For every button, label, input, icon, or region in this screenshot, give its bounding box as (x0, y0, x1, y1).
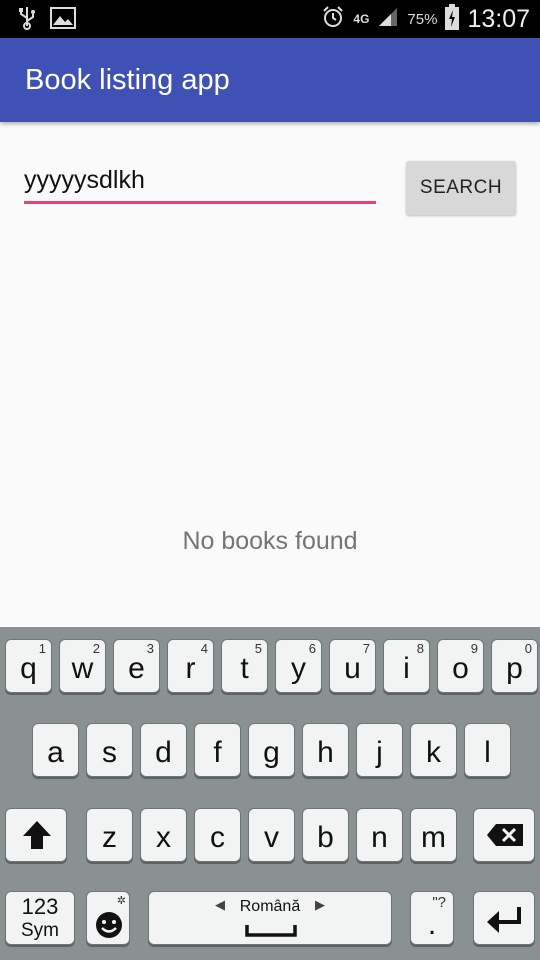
key-u[interactable]: u7 (329, 639, 376, 693)
key-char: x (156, 821, 171, 854)
key-char: h (317, 736, 334, 769)
key-l[interactable]: l (464, 723, 511, 777)
key-x[interactable]: x (140, 808, 187, 862)
image-icon (50, 7, 76, 34)
key-char: c (210, 821, 225, 854)
backspace-icon (486, 823, 524, 852)
emoji-key[interactable]: ✲ (86, 891, 130, 945)
backspace-key[interactable] (473, 808, 535, 862)
key-char: a (47, 736, 64, 769)
key-hint-number: 7 (362, 641, 370, 656)
key-char: t (240, 652, 249, 685)
enter-key[interactable] (473, 891, 535, 945)
key-char: r (185, 652, 196, 685)
key-char: k (426, 736, 441, 769)
key-w[interactable]: w2 (59, 639, 106, 693)
usb-icon (18, 6, 36, 35)
key-char: l (484, 736, 491, 769)
key-char: d (155, 736, 172, 769)
enter-icon (485, 905, 525, 938)
emoji-icon (94, 910, 124, 945)
key-q[interactable]: q1 (5, 639, 52, 693)
key-char: u (344, 652, 361, 685)
key-char: y (291, 652, 306, 685)
shift-key[interactable] (5, 808, 67, 862)
key-i[interactable]: i8 (383, 639, 430, 693)
key-char: e (128, 652, 145, 685)
battery-percent: 75% (407, 10, 438, 28)
symbols-key[interactable]: 123 Sym (5, 891, 75, 945)
key-char: w (71, 652, 94, 685)
key-p[interactable]: p0 (491, 639, 538, 693)
key-hint-number: 2 (92, 641, 100, 656)
key-char: n (371, 821, 388, 854)
key-char: g (263, 736, 280, 769)
key-hint-number: 1 (38, 641, 46, 656)
key-hint-number: 0 (524, 641, 532, 656)
key-char: s (102, 736, 117, 769)
key-char: v (264, 821, 279, 854)
key-hint-number: 6 (308, 641, 316, 656)
symbols-key-bottom-label: Sym (21, 920, 59, 941)
app-title: Book listing app (25, 64, 230, 96)
key-s[interactable]: s (86, 723, 133, 777)
key-d[interactable]: d (140, 723, 187, 777)
key-f[interactable]: f (194, 723, 241, 777)
key-hint-number: 5 (254, 641, 262, 656)
search-input[interactable] (24, 164, 376, 204)
key-hint-number: 3 (146, 641, 154, 656)
settings-icon: ✲ (116, 895, 126, 907)
key-char: p (506, 652, 523, 685)
signal-icon (377, 6, 399, 33)
key-h[interactable]: h (302, 723, 349, 777)
key-char: f (213, 736, 222, 769)
app-bar: Book listing app (0, 38, 540, 122)
key-hint-number: 8 (416, 641, 424, 656)
key-e[interactable]: e3 (113, 639, 160, 693)
key-z[interactable]: z (86, 808, 133, 862)
battery-charging-icon (445, 3, 460, 35)
key-a[interactable]: a (32, 723, 79, 777)
key-m[interactable]: m (410, 808, 457, 862)
key-t[interactable]: t5 (221, 639, 268, 693)
alarm-icon (321, 5, 345, 34)
key-o[interactable]: o9 (437, 639, 484, 693)
key-k[interactable]: k (410, 723, 457, 777)
key-char: o (452, 652, 469, 685)
punctuation-key-main: . (427, 908, 437, 941)
language-next-icon: ▶ (315, 897, 325, 912)
punctuation-key[interactable]: "? . (410, 891, 454, 945)
key-hint-number: 4 (200, 641, 208, 656)
space-language-label: Română (239, 898, 301, 915)
key-char: q (20, 652, 37, 685)
clock: 13:07 (467, 4, 530, 33)
key-char: z (102, 821, 117, 854)
key-hint-number: 9 (470, 641, 478, 656)
shift-icon (21, 819, 53, 856)
key-y[interactable]: y6 (275, 639, 322, 693)
key-char: b (317, 821, 334, 854)
key-v[interactable]: v (248, 808, 295, 862)
key-char: j (376, 736, 383, 769)
status-bar: 4G 75% 13:07 (0, 0, 540, 38)
key-g[interactable]: g (248, 723, 295, 777)
soft-keyboard: q1w2e3r4t5y6u7i8o9p0 asdfghjkl zxcvbnm 1… (0, 627, 540, 960)
key-b[interactable]: b (302, 808, 349, 862)
symbols-key-top-label: 123 (21, 894, 59, 919)
key-char: i (403, 652, 410, 685)
key-c[interactable]: c (194, 808, 241, 862)
empty-state-message: No books found (182, 527, 358, 555)
key-char: m (421, 821, 446, 854)
key-r[interactable]: r4 (167, 639, 214, 693)
space-key[interactable]: ◀ Română ▶ (148, 891, 392, 945)
key-n[interactable]: n (356, 808, 403, 862)
search-button[interactable]: SEARCH (406, 161, 516, 215)
space-bar-icon (245, 924, 297, 942)
network-type: 4G (353, 12, 370, 26)
key-j[interactable]: j (356, 723, 403, 777)
